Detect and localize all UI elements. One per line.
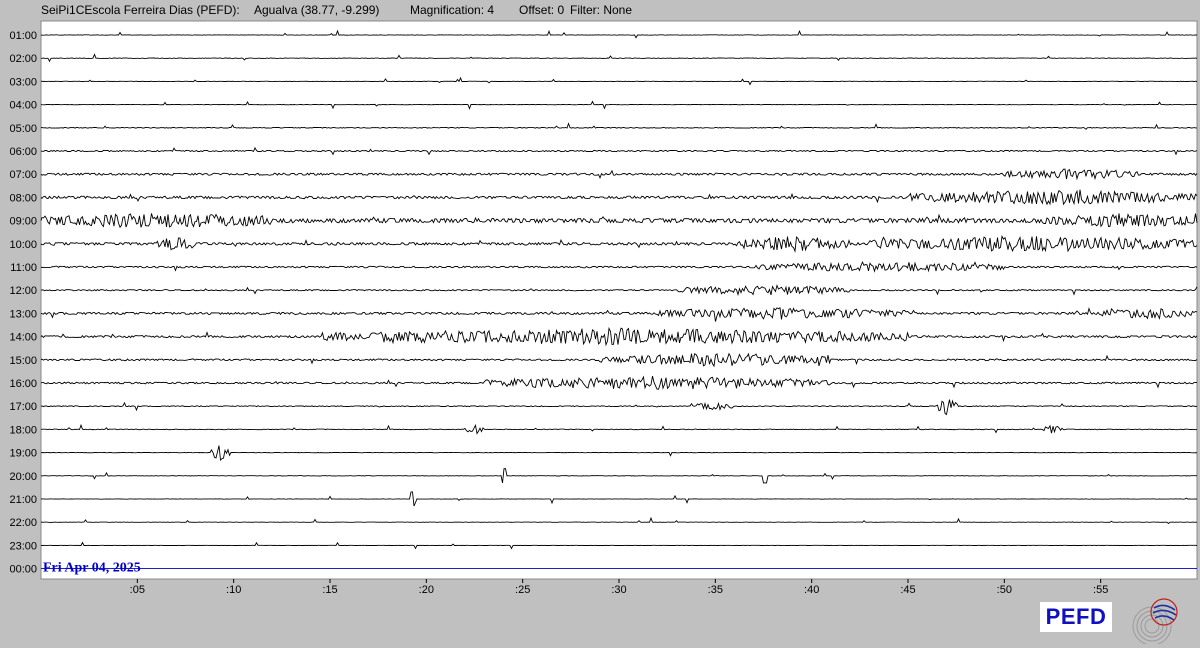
x-tick-label: :25	[515, 584, 530, 596]
row-label-0600: 06:00	[9, 146, 37, 158]
x-tick-label: :20	[419, 584, 434, 596]
seismogram-chart: 01:00 02:00 03:00 04:00 05:00 06:00 07:00 08:00…	[9, 20, 1198, 596]
pefd-logo: PEFD	[1040, 602, 1112, 632]
row-label-2100: 21:00	[9, 494, 37, 506]
x-tick-label: :55	[1093, 584, 1108, 596]
row-label-2000: 20:00	[9, 471, 37, 483]
row-label-1900: 19:00	[9, 448, 37, 460]
row-label-0300: 03:00	[9, 76, 37, 88]
row-label-1300: 13:00	[9, 308, 37, 320]
x-tick-label: :30	[611, 584, 626, 596]
x-tick-label: :15	[322, 584, 337, 596]
row-label-1500: 15:00	[9, 355, 37, 367]
row-label-1600: 16:00	[9, 378, 37, 390]
row-label-0400: 04:00	[9, 100, 37, 112]
row-label-0500: 05:00	[9, 123, 37, 135]
row-label-0700: 07:00	[9, 169, 37, 181]
row-label-1700: 17:00	[9, 401, 37, 413]
row-label-1200: 12:00	[9, 285, 37, 297]
x-tick-label: :50	[997, 584, 1012, 596]
row-label-2300: 23:00	[9, 540, 37, 552]
row-label-2200: 22:00	[9, 517, 37, 529]
row-label-0000: 00:00	[9, 564, 37, 576]
row-label-0100: 01:00	[9, 30, 37, 42]
x-tick-label: :10	[226, 584, 241, 596]
x-tick-label: :45	[900, 584, 915, 596]
row-label-1800: 18:00	[9, 424, 37, 436]
row-label-0800: 08:00	[9, 192, 37, 204]
row-label-1400: 14:00	[9, 332, 37, 344]
row-label-0200: 02:00	[9, 53, 37, 65]
date-label: Fri Apr 04, 2025	[43, 561, 141, 576]
seismograph-emblem-icon	[1132, 598, 1178, 644]
row-label-1000: 10:00	[9, 239, 37, 251]
pefd-logo-text: PEFD	[1045, 604, 1107, 629]
x-tick-label: :40	[804, 584, 819, 596]
row-label-0900: 09:00	[9, 216, 37, 228]
x-tick-label: :35	[708, 584, 723, 596]
row-label-1100: 11:00	[10, 262, 37, 274]
x-tick-label: :05	[130, 584, 145, 596]
